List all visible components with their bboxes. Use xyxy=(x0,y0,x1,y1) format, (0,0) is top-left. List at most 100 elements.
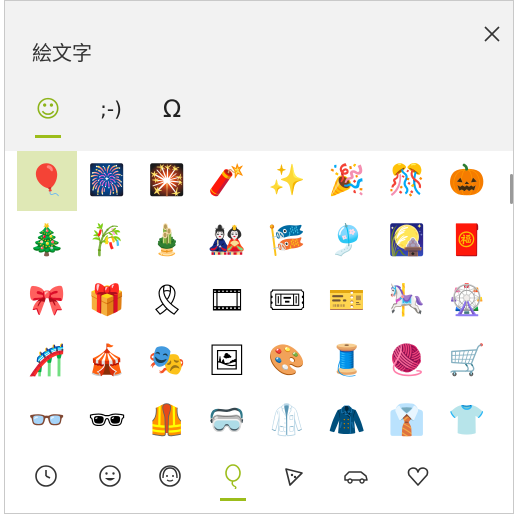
performing-arts-icon: 🎭 xyxy=(148,343,186,378)
japanese-dolls-icon: 🎎 xyxy=(208,223,246,258)
smiley-icon xyxy=(99,465,121,487)
yarn-icon: 🧶 xyxy=(388,343,426,378)
emoji-shopping-cart[interactable]: 🛒 xyxy=(437,331,497,391)
smiley-tab-icon: ☺ xyxy=(35,95,61,123)
artist-palette-icon: 🎨 xyxy=(268,343,306,378)
emoji-firecracker[interactable]: 🧨 xyxy=(197,151,257,211)
celebration-icon xyxy=(225,464,241,489)
emoji-t-shirt[interactable]: 👕 xyxy=(437,391,497,451)
tab-emoji[interactable]: ☺ xyxy=(23,89,73,138)
emoji-reminder-ribbon[interactable]: 🎗 xyxy=(137,271,197,331)
emoji-grid: 🎈 🎆 🎇 🧨 ✨ 🎉 🎊 🎃 🎄 🎋 🎍 🎎 🎏 🎐 🎑 🧧 🎀 🎁 🎗 🎞 🎟 🎫 🎠 🎡 🎢 🎪 🎭 🖼 🎨 🧵 🧶 🛒 👓 🕶 🦺 🥽 🥼 🧥 👔 👕 xyxy=(17,151,497,451)
category-people[interactable] xyxy=(150,456,190,496)
emoji-roller-coaster[interactable]: 🎢 xyxy=(17,331,77,391)
safety-vest-icon: 🦺 xyxy=(148,403,186,438)
emoji-carousel-horse[interactable]: 🎠 xyxy=(377,271,437,331)
emoji-sunglasses[interactable]: 🕶 xyxy=(77,391,137,451)
people-icon xyxy=(159,465,181,487)
emoji-thread[interactable]: 🧵 xyxy=(317,331,377,391)
moon-viewing-icon: 🎑 xyxy=(388,223,426,258)
glasses-icon: 👓 xyxy=(28,403,66,438)
emoji-tanabata-tree[interactable]: 🎋 xyxy=(77,211,137,271)
heart-icon xyxy=(407,467,429,486)
framed-picture-icon: 🖼 xyxy=(207,343,247,378)
emoji-fireworks[interactable]: 🎆 xyxy=(77,151,137,211)
thread-icon: 🧵 xyxy=(328,343,366,378)
emoji-performing-arts[interactable]: 🎭 xyxy=(137,331,197,391)
emoji-circus-tent[interactable]: 🎪 xyxy=(77,331,137,391)
emoji-sparkler[interactable]: 🎇 xyxy=(137,151,197,211)
sparkler-icon: 🎇 xyxy=(148,163,186,198)
tanabata-tree-icon: 🎋 xyxy=(88,223,126,258)
emoji-moon-viewing[interactable]: 🎑 xyxy=(377,211,437,271)
tab-underline xyxy=(35,135,61,138)
emoji-artist-palette[interactable]: 🎨 xyxy=(257,331,317,391)
sparkles-icon: ✨ xyxy=(268,163,306,198)
category-food[interactable] xyxy=(274,456,314,496)
reminder-ribbon-icon: 🎗 xyxy=(147,283,187,318)
emoji-ferris-wheel[interactable]: 🎡 xyxy=(437,271,497,331)
pine-decoration-icon: 🎍 xyxy=(148,223,186,258)
emoji-lab-coat[interactable]: 🥼 xyxy=(257,391,317,451)
fireworks-icon: 🎆 xyxy=(88,163,126,198)
tab-symbols[interactable]: Ω xyxy=(147,89,197,133)
emoji-glasses[interactable]: 👓 xyxy=(17,391,77,451)
christmas-tree-icon: 🎄 xyxy=(28,223,66,258)
ferris-wheel-icon: 🎡 xyxy=(448,283,486,318)
film-frames-icon: 🎞 xyxy=(207,283,247,318)
emoji-japanese-dolls[interactable]: 🎎 xyxy=(197,211,257,271)
category-recent[interactable] xyxy=(26,456,66,496)
panel-title: 絵文字 xyxy=(32,41,92,65)
ribbon-icon: 🎀 xyxy=(28,283,66,318)
close-icon xyxy=(484,26,500,42)
emoji-wind-chime[interactable]: 🎐 xyxy=(317,211,377,271)
emoji-film-frames[interactable]: 🎞 xyxy=(197,271,257,331)
party-popper-icon: 🎉 xyxy=(328,163,366,198)
food-icon xyxy=(285,468,303,486)
emoji-party-popper[interactable]: 🎉 xyxy=(317,151,377,211)
red-envelope-icon: 🧧 xyxy=(448,223,486,258)
wind-chime-icon: 🎐 xyxy=(328,223,366,258)
ticket-icon: 🎫 xyxy=(328,283,366,318)
recent-icon xyxy=(35,465,57,487)
coat-icon: 🧥 xyxy=(328,403,366,438)
emoji-sparkles[interactable]: ✨ xyxy=(257,151,317,211)
emoji-balloon[interactable]: 🎈 xyxy=(17,151,77,211)
emoji-christmas-tree[interactable]: 🎄 xyxy=(17,211,77,271)
carousel-horse-icon: 🎠 xyxy=(388,283,426,318)
emoji-admission-tickets[interactable]: 🎟 xyxy=(257,271,317,331)
emoji-ribbon[interactable]: 🎀 xyxy=(17,271,77,331)
emoji-carp-streamer[interactable]: 🎏 xyxy=(257,211,317,271)
jack-o-lantern-icon: 🎃 xyxy=(448,163,486,198)
category-celebration[interactable] xyxy=(213,456,253,501)
carp-streamer-icon: 🎏 xyxy=(268,223,306,258)
balloon-icon: 🎈 xyxy=(28,163,66,198)
symbols-tab-label: Ω xyxy=(162,95,182,123)
emoji-goggles[interactable]: 🥽 xyxy=(197,391,257,451)
emoji-wrapped-gift[interactable]: 🎁 xyxy=(77,271,137,331)
category-travel[interactable] xyxy=(336,456,376,496)
confetti-ball-icon: 🎊 xyxy=(388,163,426,198)
emoji-jack-o-lantern[interactable]: 🎃 xyxy=(437,151,497,211)
admission-tickets-icon: 🎟 xyxy=(267,283,307,318)
emoji-confetti-ball[interactable]: 🎊 xyxy=(377,151,437,211)
kaomoji-tab-label: ;-) xyxy=(100,97,122,121)
category-symbols[interactable] xyxy=(398,456,438,496)
emoji-ticket[interactable]: 🎫 xyxy=(317,271,377,331)
scrollbar-thumb[interactable] xyxy=(510,174,513,204)
emoji-safety-vest[interactable]: 🦺 xyxy=(137,391,197,451)
necktie-icon: 👔 xyxy=(388,403,426,438)
firecracker-icon: 🧨 xyxy=(208,163,246,198)
emoji-framed-picture[interactable]: 🖼 xyxy=(197,331,257,391)
close-button[interactable] xyxy=(479,21,505,47)
emoji-necktie[interactable]: 👔 xyxy=(377,391,437,451)
roller-coaster-icon: 🎢 xyxy=(28,343,66,378)
panel-header: 絵文字 ☺ ;-) Ω xyxy=(5,1,513,151)
emoji-yarn[interactable]: 🧶 xyxy=(377,331,437,391)
t-shirt-icon: 👕 xyxy=(448,403,486,438)
category-smileys[interactable] xyxy=(90,456,130,496)
emoji-red-envelope[interactable]: 🧧 xyxy=(437,211,497,271)
tab-kaomoji[interactable]: ;-) xyxy=(86,89,136,133)
emoji-pine-decoration[interactable]: 🎍 xyxy=(137,211,197,271)
emoji-coat[interactable]: 🧥 xyxy=(317,391,377,451)
